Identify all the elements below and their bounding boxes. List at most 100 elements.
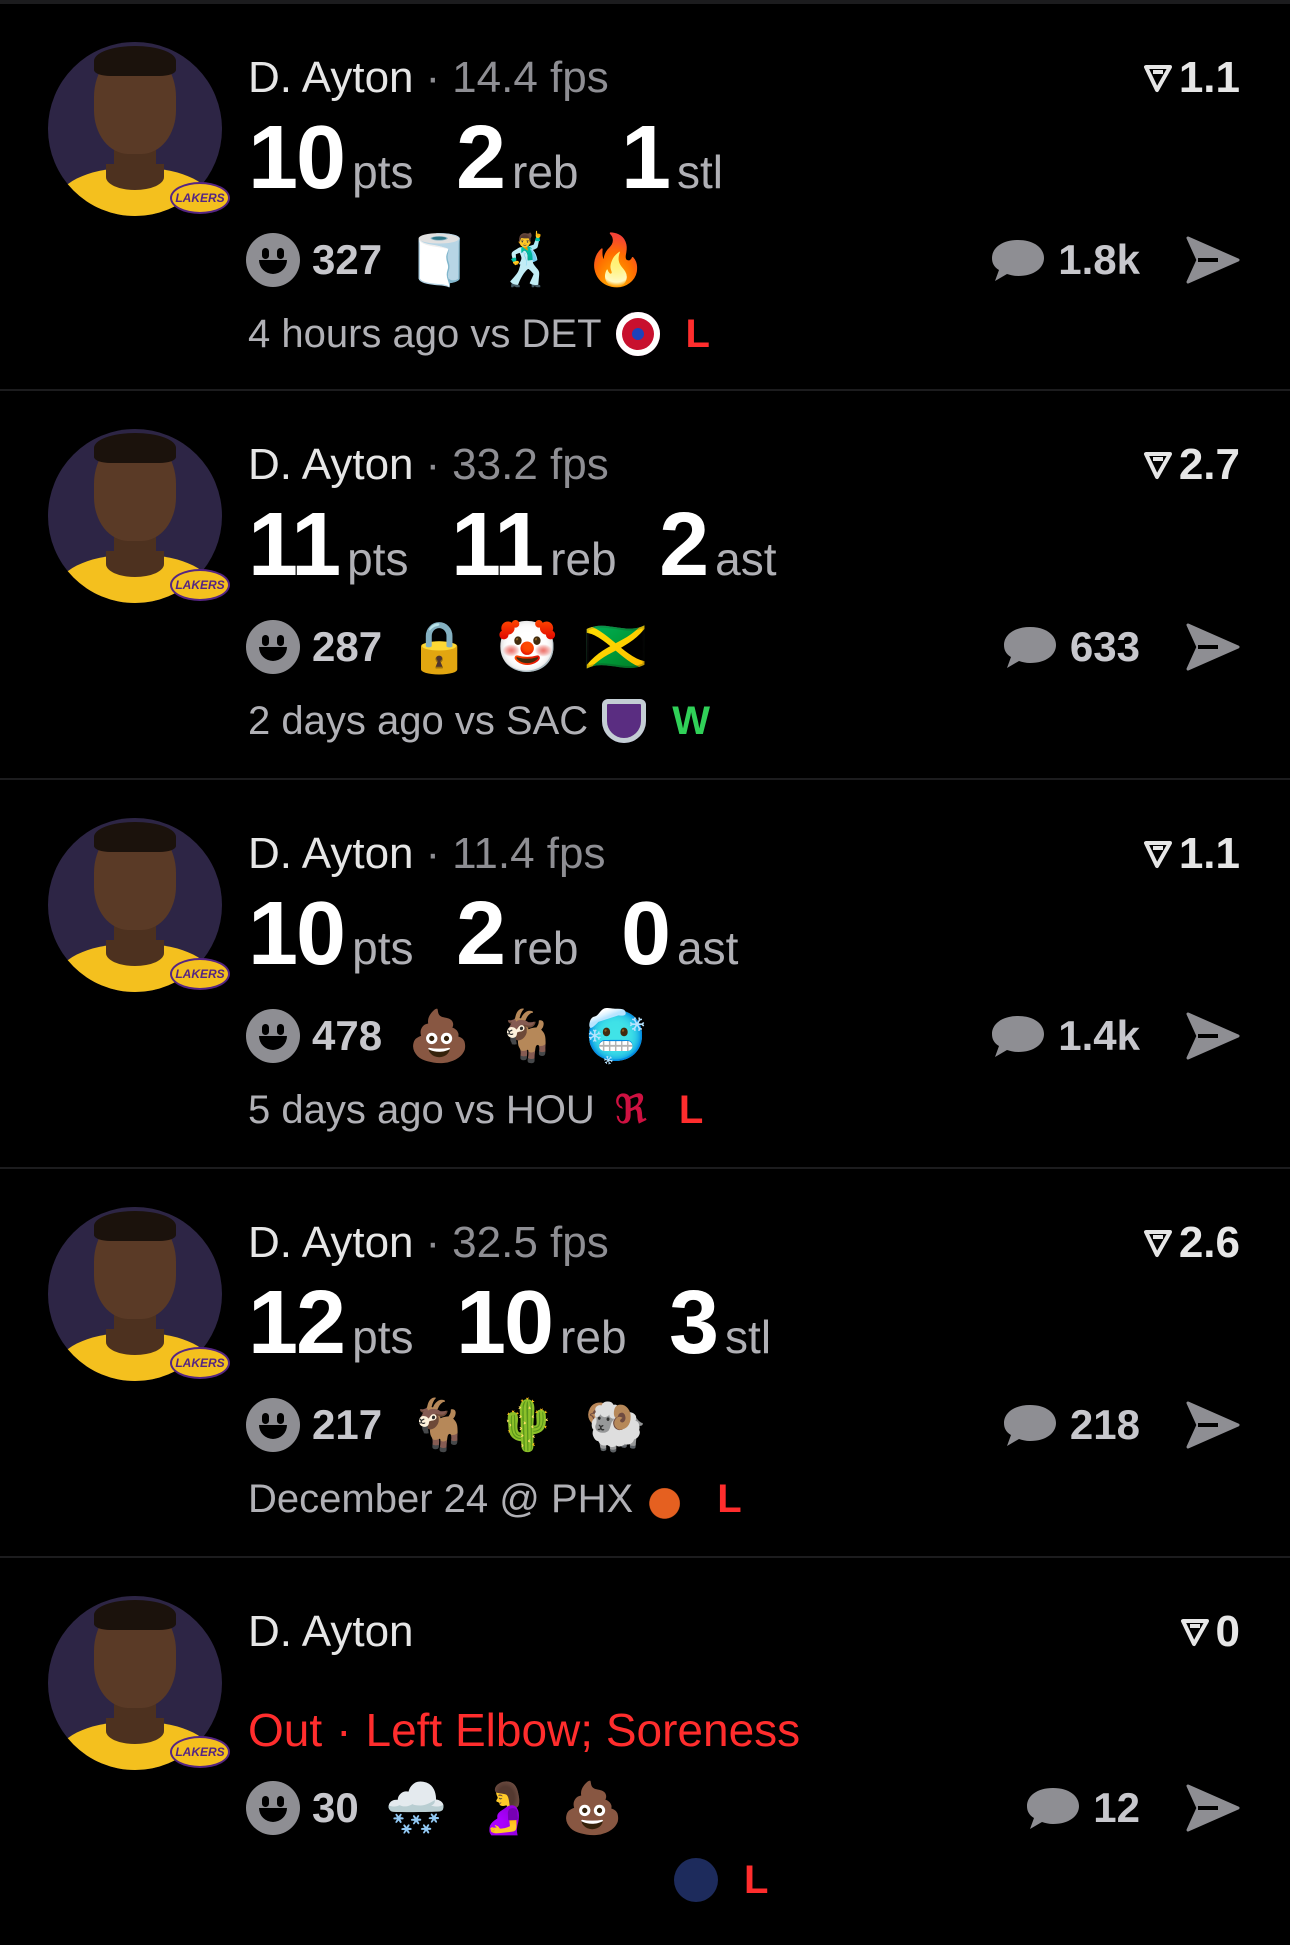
share-send-icon: [1186, 236, 1240, 284]
stat-line: 11 pts 11 reb 2 ast: [248, 495, 815, 595]
fantasy-points: 11.4 fps: [452, 829, 606, 878]
game-result: L: [685, 312, 710, 356]
stat-line: 12 pts 10 reb 3 stl: [248, 1273, 809, 1373]
team-badge: LAKERS: [170, 1347, 230, 1379]
reaction-emoji[interactable]: 🤡: [496, 617, 558, 677]
comment-bubble-icon: [1027, 1788, 1080, 1829]
reaction-count: 478: [312, 1012, 383, 1059]
player-name-line: D. Ayton · 14.4 fps: [248, 53, 609, 102]
game-time-opponent: 4 hours ago vs DET: [248, 312, 602, 356]
reaction-count: 30: [312, 1784, 359, 1831]
share-button[interactable]: [1184, 621, 1242, 678]
reaction-emoji[interactable]: 🕺: [496, 230, 558, 290]
share-send-icon: [1186, 1784, 1240, 1832]
reaction-emoji[interactable]: 🤰: [473, 1778, 535, 1838]
comments-button[interactable]: 1.4k: [990, 1004, 1140, 1068]
stat-line: 10 pts 2 reb 1 stl: [248, 108, 761, 208]
reaction-emoji[interactable]: 💩: [561, 1778, 623, 1838]
stat-pts: 10 pts: [248, 884, 414, 984]
team-badge: LAKERS: [170, 958, 230, 990]
smiley-reaction-icon[interactable]: [246, 233, 300, 287]
reaction-emoji[interactable]: 🌵: [496, 1395, 558, 1455]
game-meta: 2 days ago vs SAC W: [248, 697, 710, 745]
reactions-bar: 327 🧻 🕺 🔥: [246, 228, 673, 292]
game-meta: December 24 @ PHX L: [248, 1475, 742, 1523]
comments-button[interactable]: 218: [1002, 1393, 1140, 1457]
reaction-emoji[interactable]: 🇯🇲: [585, 617, 647, 677]
player-name[interactable]: D. Ayton: [248, 53, 414, 102]
game-card[interactable]: LAKERS D. Ayton 0 Out · Left Elbow; Sorene…: [0, 1556, 1290, 1945]
team-badge: LAKERS: [170, 569, 230, 601]
rating-arrow-icon: [1143, 841, 1172, 868]
game-result: W: [672, 699, 710, 743]
rating-arrow-icon: [1143, 452, 1172, 479]
fantasy-points: 14.4 fps: [452, 53, 609, 102]
team-logo-icon: [647, 1477, 692, 1521]
rating-arrow-icon: [1143, 1230, 1172, 1257]
share-send-icon: [1186, 1401, 1240, 1449]
stat-line: 10 pts 2 reb 0 ast: [248, 884, 776, 984]
comments-button[interactable]: 12: [1025, 1776, 1140, 1840]
fantasy-points: 33.2 fps: [452, 440, 609, 489]
share-send-icon: [1186, 1012, 1240, 1060]
reaction-emoji[interactable]: 🐐: [496, 1006, 558, 1066]
game-time-opponent: 2 days ago vs SAC: [248, 699, 589, 743]
comment-count: 1.8k: [1058, 236, 1140, 283]
comments-button[interactable]: 1.8k: [990, 228, 1140, 292]
game-time-opponent: 5 days ago vs HOU: [248, 1088, 595, 1132]
player-name[interactable]: D. Ayton: [248, 829, 414, 878]
game-card[interactable]: LAKERS D. Ayton · 11.4 fps 1.1 10 pts 2 reb …: [0, 778, 1290, 1167]
reaction-emoji[interactable]: 🐏: [585, 1395, 647, 1455]
reaction-emoji[interactable]: 🌨️: [385, 1778, 447, 1838]
reaction-emoji[interactable]: 🧻: [408, 230, 470, 290]
stat-reb: 2 reb: [455, 884, 579, 984]
reactions-bar: 30 🌨️ 🤰 💩: [246, 1776, 650, 1840]
comments-button[interactable]: 633: [1002, 615, 1140, 679]
rating-value: 2.7: [1178, 440, 1240, 489]
game-result: L: [678, 1088, 704, 1132]
smiley-reaction-icon[interactable]: [246, 1009, 300, 1063]
rating: 1.1: [1143, 828, 1240, 880]
status-label: Out: [248, 1704, 323, 1756]
team-logo-icon: [615, 312, 660, 356]
share-button[interactable]: [1184, 1010, 1242, 1067]
reaction-emoji[interactable]: 🔥: [585, 230, 647, 290]
stat-reb: 10 reb: [455, 1273, 627, 1373]
comment-bubble-icon: [992, 240, 1045, 281]
smiley-reaction-icon[interactable]: [246, 1781, 300, 1835]
reaction-emoji[interactable]: 🔒: [408, 617, 470, 677]
team-logo-icon: ℜ: [614, 1088, 648, 1132]
game-card[interactable]: LAKERS D. Ayton · 33.2 fps 2.7 11 pts 11 reb…: [0, 389, 1290, 778]
stat-third: 1 stl: [620, 108, 723, 208]
smiley-reaction-icon[interactable]: [246, 1398, 300, 1452]
rating-value: 1.1: [1178, 53, 1240, 102]
share-button[interactable]: [1184, 1399, 1242, 1456]
stat-third: 0 ast: [620, 884, 739, 984]
game-card[interactable]: LAKERS D. Ayton · 32.5 fps 2.6 12 pts 10 reb…: [0, 1167, 1290, 1556]
stat-pts: 12 pts: [248, 1273, 414, 1373]
rating-value: 2.6: [1178, 1218, 1240, 1267]
rating: 1.1: [1143, 52, 1240, 104]
smiley-reaction-icon[interactable]: [246, 620, 300, 674]
player-name-line: D. Ayton · 32.5 fps: [248, 1218, 609, 1267]
player-name[interactable]: D. Ayton: [248, 1218, 414, 1267]
reaction-emoji[interactable]: 🥶: [585, 1006, 647, 1066]
game-time-opponent: December 24 @ PHX: [248, 1477, 634, 1521]
stat-reb: 11 reb: [450, 495, 617, 595]
reaction-emoji[interactable]: 🐐: [408, 1395, 470, 1455]
share-button[interactable]: [1184, 1782, 1242, 1839]
game-card[interactable]: LAKERS D. Ayton · 14.4 fps 1.1 10 pts 2 reb …: [0, 0, 1290, 389]
rating: 0: [1180, 1606, 1240, 1658]
game-result: L: [744, 1858, 769, 1902]
reactions-bar: 287 🔒 🤡 🇯🇲: [246, 615, 673, 679]
reaction-count: 287: [312, 623, 383, 670]
reactions-bar: 217 🐐 🌵 🐏: [246, 1393, 673, 1457]
reaction-emoji[interactable]: 💩: [408, 1006, 470, 1066]
player-name[interactable]: D. Ayton: [248, 1607, 414, 1656]
team-badge: LAKERS: [170, 182, 230, 214]
team-logo-icon: [674, 1858, 718, 1902]
player-name[interactable]: D. Ayton: [248, 440, 414, 489]
share-button[interactable]: [1184, 234, 1242, 291]
game-meta: L: [660, 1856, 768, 1904]
comment-count: 12: [1093, 1784, 1140, 1831]
